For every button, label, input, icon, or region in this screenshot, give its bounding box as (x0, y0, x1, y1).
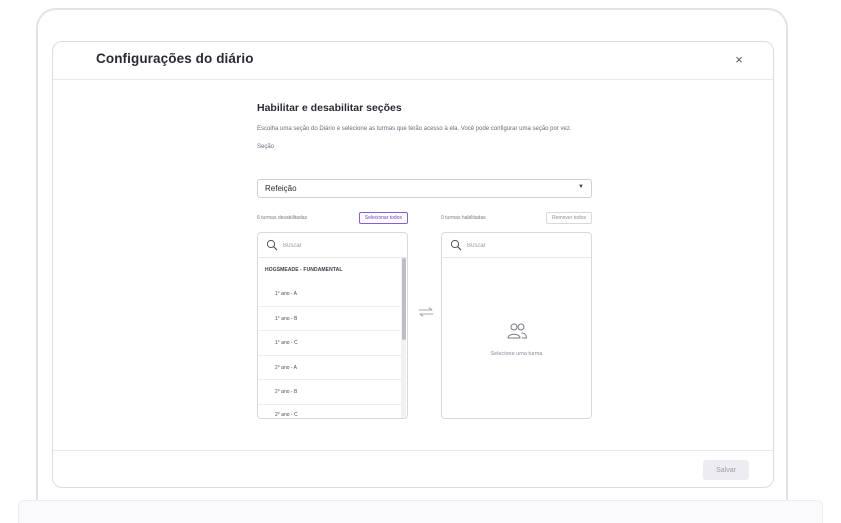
class-item[interactable]: 2° ano - B (258, 380, 403, 405)
modal-footer-divider (53, 450, 773, 451)
section-field-label: Seção (257, 144, 275, 150)
scrollbar-thumb[interactable] (402, 258, 406, 340)
section-select-value: Refeição (265, 184, 297, 193)
disabled-search-input[interactable] (283, 240, 393, 251)
disabled-panel-header: 6 turmas desabilitadas Selecionar todos (257, 212, 408, 225)
search-icon (266, 239, 278, 251)
select-all-button[interactable]: Selecionar todos (358, 212, 408, 224)
caret-down-icon: ▼ (578, 184, 584, 190)
enabled-count: 0 turmas habilitadas (441, 215, 486, 221)
close-button[interactable]: × (731, 52, 747, 68)
enabled-search-row (442, 233, 591, 258)
empty-state-text: Selecione uma turma (490, 351, 543, 357)
class-item[interactable]: 1° ano - C (258, 331, 403, 356)
enabled-search-input[interactable] (467, 240, 577, 251)
class-item[interactable]: 1° ano - B (258, 307, 403, 331)
settings-modal: Configurações do diário × Habilitar e de… (52, 41, 774, 488)
swap-arrows-icon (418, 307, 434, 317)
modal-title: Configurações do diário (96, 51, 254, 66)
disabled-search-row (258, 233, 407, 258)
users-icon (507, 323, 527, 339)
disabled-classes-list: HOGSMEADE - FUNDAMENTAL 1° ano - A 1° an… (258, 258, 403, 417)
section-heading: Habilitar e desabilitar seções (257, 102, 402, 114)
school-group-header: HOGSMEADE - FUNDAMENTAL (265, 267, 343, 273)
disabled-count: 6 turmas desabilitadas (257, 215, 308, 221)
remove-all-button[interactable]: Remover todos (546, 212, 592, 224)
laptop-base (18, 500, 823, 523)
modal-content: Habilitar e desabilitar seções Escolha u… (257, 102, 597, 419)
class-item[interactable]: 2° ano - A (258, 356, 403, 380)
section-description: Escolha uma seção do Diário e selecione … (257, 126, 572, 132)
modal-header: Configurações do diário × (53, 42, 773, 80)
save-button[interactable]: Salvar (703, 460, 749, 480)
class-item[interactable]: 1° ano - A (258, 282, 403, 307)
enabled-panel-header: 0 turmas habilitadas Remover todos (441, 212, 592, 225)
search-icon (450, 239, 462, 251)
section-select[interactable]: Refeição ▼ (257, 179, 592, 198)
enabled-classes-panel: Selecione uma turma (441, 232, 592, 419)
disabled-classes-panel: HOGSMEADE - FUNDAMENTAL 1° ano - A 1° an… (257, 232, 408, 419)
class-item[interactable]: 2° ano - C (258, 405, 403, 417)
